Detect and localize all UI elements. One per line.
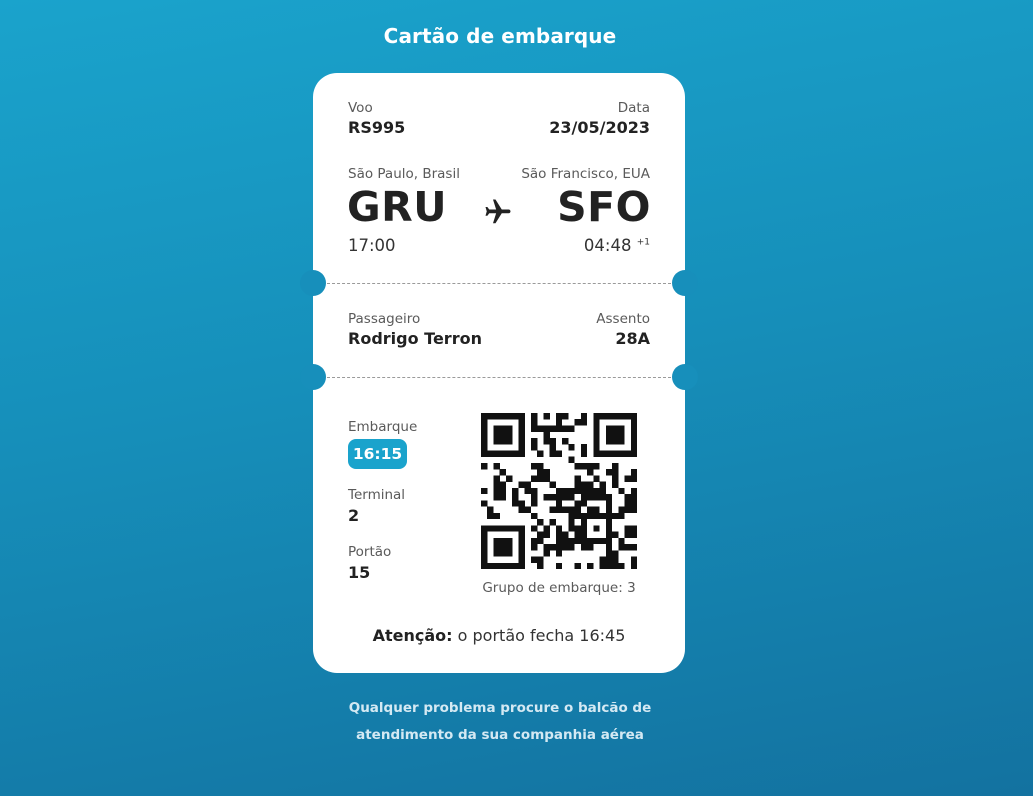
qr-code	[481, 413, 637, 569]
seat-number: 28A	[615, 329, 650, 348]
boarding-label: Embarque	[348, 419, 418, 435]
footer-line-1: Qualquer problema procure o balcão de	[348, 700, 652, 716]
origin-city: São Paulo, Brasil	[348, 166, 460, 182]
ticket-notch-left	[300, 364, 326, 390]
footer-line-2: atendimento da sua companhia aérea	[356, 727, 644, 743]
ticket-notch-right	[672, 270, 698, 296]
page-title: Cartão de embarque	[383, 24, 617, 48]
date-value: 23/05/2023	[549, 118, 650, 137]
arrival-time: 04:48 +1	[584, 236, 650, 255]
attention-text: o portão fecha 16:45	[457, 626, 626, 645]
help-footer: Qualquer problema procure o balcão de at…	[0, 695, 1000, 749]
origin-code: GRU	[347, 183, 448, 231]
boarding-time-badge: 16:15	[348, 439, 407, 469]
airplane-icon	[485, 199, 511, 224]
passenger-label: Passageiro	[348, 311, 421, 327]
ticket-divider	[327, 283, 671, 284]
ticket-notch-right	[672, 364, 698, 390]
gate-value: 15	[348, 563, 371, 582]
ticket-notch-left	[300, 270, 326, 296]
date-label: Data	[617, 100, 650, 116]
gate-label: Portão	[348, 544, 392, 560]
day-offset: +1	[636, 237, 650, 248]
attention-label: Atenção:	[372, 626, 453, 645]
ticket-divider	[327, 377, 671, 378]
destination-city: São Francisco, EUA	[521, 166, 650, 182]
boarding-pass-card: Voo RS995 Data 23/05/2023 São Paulo, Bra…	[300, 73, 698, 673]
flight-label: Voo	[348, 100, 373, 116]
departure-time: 17:00	[348, 236, 396, 255]
arrival-time-value: 04:48	[583, 236, 632, 255]
gate-closing-notice: Atenção: o portão fecha 16:45	[313, 626, 685, 645]
seat-label: Assento	[596, 311, 650, 327]
terminal-value: 2	[348, 506, 360, 525]
destination-code: SFO	[557, 183, 651, 231]
flight-number: RS995	[348, 118, 406, 137]
boarding-group: Grupo de embarque: 3	[482, 580, 636, 596]
terminal-label: Terminal	[348, 487, 406, 503]
passenger-name: Rodrigo Terron	[348, 329, 482, 348]
